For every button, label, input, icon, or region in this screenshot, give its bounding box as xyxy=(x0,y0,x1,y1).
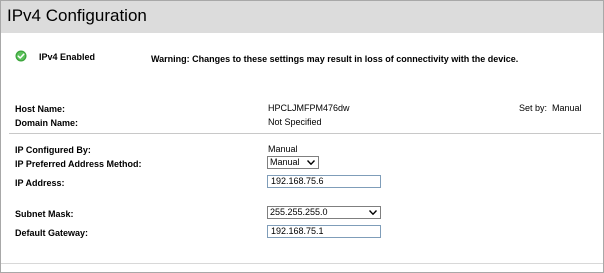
default-gateway-label: Default Gateway: xyxy=(15,228,89,238)
section-divider xyxy=(9,133,601,134)
default-gateway-input[interactable]: 192.168.75.1 xyxy=(267,225,381,238)
ipv4-configuration-panel: IPv4 Configuration IPv4 Enabled Warning:… xyxy=(0,0,604,273)
ip-address-input[interactable]: 192.168.75.6 xyxy=(267,175,381,188)
chevron-down-icon xyxy=(307,160,315,165)
set-by-label: Set by: xyxy=(519,103,548,113)
preferred-method-selected: Manual xyxy=(270,157,300,167)
connectivity-warning: Warning: Changes to these settings may r… xyxy=(151,54,519,64)
host-name-label: Host Name: xyxy=(15,104,66,114)
bottom-divider xyxy=(1,263,603,264)
set-by-value: Manual xyxy=(552,103,582,113)
ip-address-label: IP Address: xyxy=(15,178,65,188)
page-title: IPv4 Configuration xyxy=(7,6,147,25)
subnet-mask-selected: 255.255.255.0 xyxy=(270,207,328,217)
chevron-down-icon xyxy=(369,210,377,215)
subnet-mask-label: Subnet Mask: xyxy=(15,209,74,219)
title-bar: IPv4 Configuration xyxy=(1,1,603,33)
subnet-mask-select[interactable]: 255.255.255.0 xyxy=(267,206,381,219)
host-name-value: HPCLJMFPM476dw xyxy=(268,103,350,113)
check-circle-icon xyxy=(15,50,27,62)
ipv4-enabled-label: IPv4 Enabled xyxy=(39,52,96,62)
ip-configured-by-value: Manual xyxy=(268,144,298,154)
preferred-method-select[interactable]: Manual xyxy=(267,156,319,169)
domain-name-value: Not Specified xyxy=(268,117,322,127)
preferred-method-label: IP Preferred Address Method: xyxy=(15,159,142,169)
domain-name-label: Domain Name: xyxy=(15,118,79,128)
ip-configured-by-label: IP Configured By: xyxy=(15,145,91,155)
